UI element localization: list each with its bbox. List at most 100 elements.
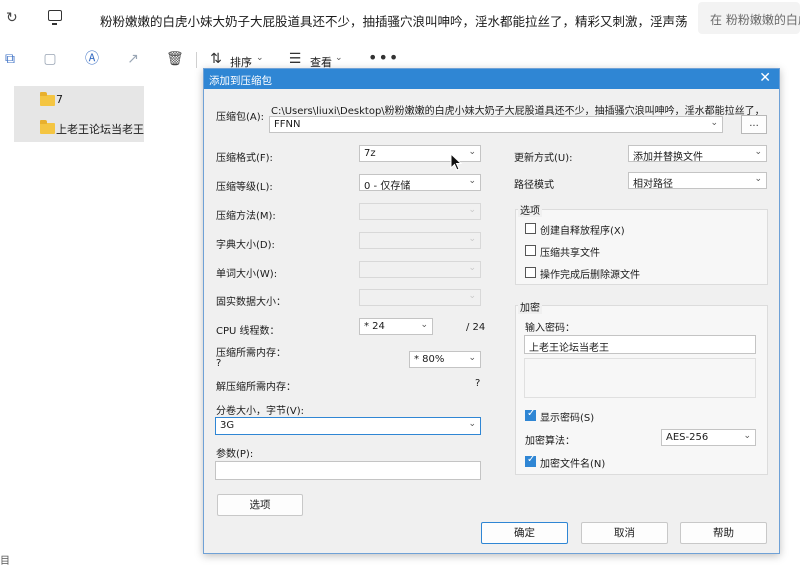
- sfx-checkbox[interactable]: [525, 223, 536, 234]
- level-select[interactable]: 0 - 仅存储 ⌄: [359, 174, 481, 192]
- word-size-label: 单词大小(W):: [216, 269, 278, 280]
- encrypt-names-label[interactable]: 加密文件名(N): [540, 455, 605, 470]
- password-label: 输入密码：: [525, 323, 575, 334]
- memory-compress-value: ?: [216, 358, 222, 369]
- format-value: 7z: [364, 148, 376, 159]
- delete-icon[interactable]: 🗑: [166, 51, 184, 67]
- solid-size-label: 固实数据大小：: [216, 297, 286, 308]
- password-input[interactable]: 上老王论坛当老王: [524, 335, 756, 354]
- this-pc-icon[interactable]: [48, 10, 62, 25]
- chevron-down-icon: ⌄: [468, 353, 476, 363]
- cpu-threads-value: * 24: [364, 321, 385, 332]
- sort-caret-icon: ⌄: [256, 53, 264, 63]
- level-label: 压缩等级(L):: [216, 182, 273, 193]
- memory-compress-label: 压缩所需内存：: [216, 348, 286, 359]
- cpu-threads-select[interactable]: * 24 ⌄: [359, 318, 433, 335]
- search-placeholder: 在 粉粉嫩嫩的白虎小: [710, 13, 800, 27]
- level-value: 0 - 仅存储: [364, 181, 411, 192]
- shared-files-checkbox[interactable]: [525, 245, 536, 256]
- chevron-down-icon: ⌄: [468, 176, 476, 186]
- file-name: 7: [56, 93, 63, 106]
- dialog-titlebar[interactable]: 添加到压缩包 ✕: [204, 69, 779, 89]
- chevron-down-icon: ⌄: [468, 419, 476, 429]
- path-mode-select[interactable]: 相对路径 ⌄: [628, 172, 767, 190]
- chevron-down-icon: ⌄: [468, 205, 476, 215]
- show-password-label[interactable]: 显示密码(S): [540, 409, 594, 424]
- search-box[interactable]: 在 粉粉嫩嫩的白虎小: [698, 2, 800, 34]
- chevron-down-icon: ⌄: [420, 320, 428, 330]
- rename-icon[interactable]: Ⓐ: [84, 51, 100, 67]
- memory-decompress-label: 解压缩所需内存：: [216, 382, 296, 393]
- options-group-title: 选项: [518, 202, 542, 217]
- archive-name-combo[interactable]: FFNN ⌄: [269, 116, 723, 133]
- folder-icon: [40, 92, 55, 106]
- chevron-down-icon: ⌄: [468, 147, 476, 157]
- params-label: 参数(P):: [216, 449, 254, 460]
- mouse-cursor-icon: [450, 152, 463, 174]
- memory-percent-select[interactable]: * 80% ⌄: [409, 351, 481, 368]
- volume-size-value: 3G: [220, 420, 235, 431]
- refresh-icon[interactable]: ↻: [6, 10, 18, 26]
- close-icon[interactable]: ✕: [759, 70, 771, 86]
- file-item-folder-laowang[interactable]: 上老王论坛当老王: [14, 114, 144, 142]
- chevron-down-icon: ⌄: [468, 234, 476, 244]
- delete-after-label[interactable]: 操作完成后删除源文件: [540, 266, 640, 281]
- add-to-archive-dialog: 添加到压缩包 ✕ 压缩包(A): C:\Users\liuxi\Desktop\…: [203, 68, 780, 554]
- archive-path: C:\Users\liuxi\Desktop\粉粉嫩嫩的白虎小妹大奶子大屁股道具…: [271, 106, 761, 117]
- shared-files-label[interactable]: 压缩共享文件: [540, 244, 600, 259]
- toolbar-divider: [196, 52, 197, 68]
- options-button[interactable]: 选项: [217, 494, 303, 516]
- solid-size-select[interactable]: ⌄: [359, 289, 481, 306]
- dict-size-select[interactable]: ⌄: [359, 232, 481, 249]
- dialog-title: 添加到压缩包: [209, 75, 272, 87]
- cpu-threads-label: CPU 线程数：: [216, 326, 280, 337]
- format-label: 压缩格式(F):: [216, 153, 273, 164]
- share-icon[interactable]: ↗: [125, 51, 141, 67]
- cpu-threads-max: / 24: [466, 322, 486, 333]
- chevron-down-icon: ⌄: [754, 174, 762, 184]
- archive-label: 压缩包(A):: [216, 112, 265, 123]
- show-password-checkbox[interactable]: [525, 408, 536, 421]
- view-icon[interactable]: ☰: [287, 51, 303, 67]
- method-label: 压缩方法(M):: [216, 211, 276, 222]
- path-mode-label: 路径模式: [514, 180, 554, 191]
- volume-size-label: 分卷大小，字节(V):: [216, 406, 305, 417]
- ok-button[interactable]: 确定: [481, 522, 568, 544]
- chevron-down-icon: ⌄: [754, 147, 762, 157]
- encryption-group-title: 加密: [518, 299, 542, 314]
- update-mode-select[interactable]: 添加并替换文件 ⌄: [628, 145, 767, 163]
- memory-percent-value: * 80%: [414, 354, 445, 365]
- chevron-down-icon: ⌄: [743, 431, 751, 441]
- sort-icon[interactable]: ⇅: [208, 51, 224, 67]
- archive-name-value: FFNN: [274, 119, 301, 130]
- status-glyph: 目: [0, 556, 10, 567]
- cancel-button[interactable]: 取消: [581, 522, 668, 544]
- address-path[interactable]: 粉粉嫩嫩的白虎小妹大奶子大屁股道具还不少，抽插骚穴浪叫呻吟，淫水都能拉丝了，精彩…: [100, 11, 700, 30]
- copy-path-icon[interactable]: ⧉: [2, 51, 18, 67]
- password-confirm-area: [524, 358, 756, 398]
- word-size-select[interactable]: ⌄: [359, 261, 481, 278]
- sfx-label[interactable]: 创建自释放程序(X): [540, 222, 625, 237]
- browse-button[interactable]: ...: [741, 115, 767, 134]
- paste-icon[interactable]: ▢: [42, 51, 58, 67]
- chevron-down-icon: ⌄: [710, 118, 718, 128]
- chevron-down-icon: ⌄: [468, 263, 476, 273]
- path-mode-value: 相对路径: [633, 179, 673, 190]
- help-button[interactable]: 帮助: [680, 522, 767, 544]
- method-select[interactable]: ⌄: [359, 203, 481, 220]
- format-select[interactable]: 7z ⌄: [359, 145, 481, 162]
- folder-icon: [40, 120, 55, 134]
- encryption-method-value: AES-256: [666, 432, 709, 443]
- file-name: 上老王论坛当老王: [56, 123, 144, 136]
- password-value: 上老王论坛当老王: [529, 343, 609, 354]
- encryption-method-select[interactable]: AES-256 ⌄: [661, 429, 756, 446]
- file-item-folder-7[interactable]: 7: [14, 86, 144, 114]
- delete-after-checkbox[interactable]: [525, 267, 536, 278]
- more-options-icon[interactable]: •••: [368, 48, 399, 67]
- chevron-down-icon: ⌄: [468, 291, 476, 301]
- params-input[interactable]: [215, 461, 481, 480]
- encrypt-names-checkbox[interactable]: [525, 454, 536, 467]
- update-mode-label: 更新方式(U):: [514, 153, 573, 164]
- volume-size-combo[interactable]: 3G ⌄: [215, 417, 481, 435]
- view-caret-icon: ⌄: [335, 53, 343, 63]
